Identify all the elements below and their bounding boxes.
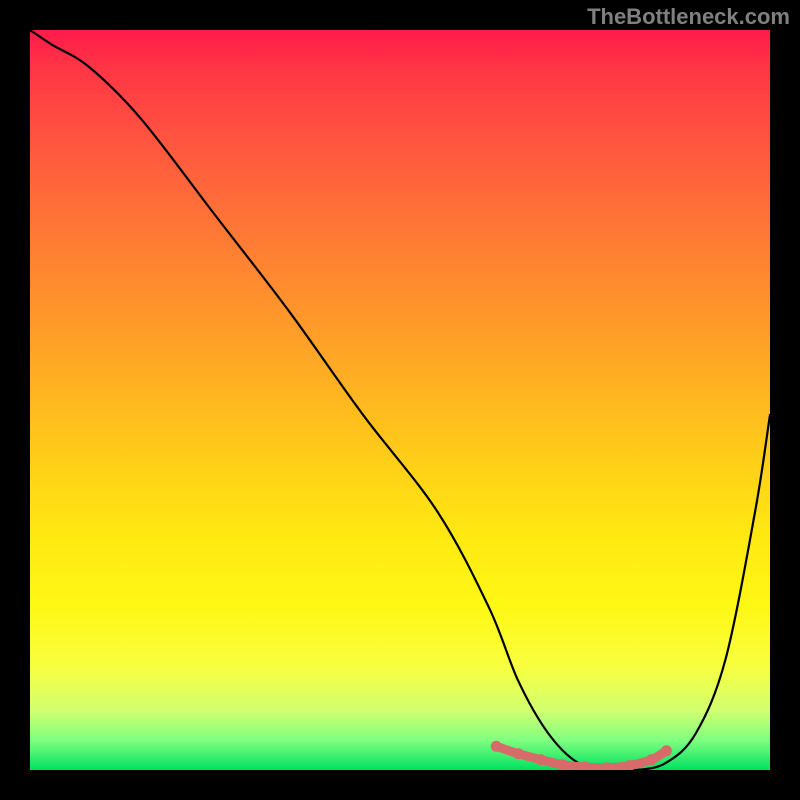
optimum-point [661, 745, 672, 756]
optimum-point [491, 741, 502, 752]
watermark-text: TheBottleneck.com [587, 4, 790, 30]
bottleneck-curve [30, 30, 770, 770]
optimum-point [646, 754, 657, 765]
plot-area [30, 30, 770, 770]
optimum-band [491, 741, 672, 770]
curve-layer [30, 30, 770, 770]
optimum-point [535, 754, 546, 765]
optimum-point [513, 748, 524, 759]
chart-container: TheBottleneck.com [0, 0, 800, 800]
optimum-point [557, 759, 568, 770]
